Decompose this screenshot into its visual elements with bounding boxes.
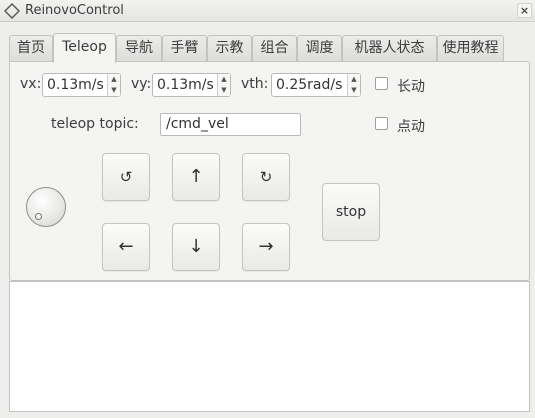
teleop-topic-input[interactable]: /cmd_vel [160, 113, 301, 136]
tab-teach[interactable]: 示教 [207, 35, 252, 62]
tab-schedule[interactable]: 调度 [297, 35, 342, 62]
vy-label: vy: [131, 76, 152, 92]
tab-combine[interactable]: 组合 [252, 35, 297, 62]
tab-arm[interactable]: 手臂 [162, 35, 207, 62]
inching-label: 点动 [397, 119, 425, 135]
vy-decrement-icon[interactable]: ▼ [218, 85, 230, 96]
right-button[interactable]: → [242, 223, 290, 271]
rotate-right-button[interactable]: ↻ [242, 153, 290, 201]
tab-tutorial[interactable]: 使用教程 [437, 35, 504, 62]
tab-home[interactable]: 首页 [9, 35, 53, 62]
inching-checkbox[interactable] [375, 117, 388, 130]
vx-increment-icon[interactable]: ▲ [108, 74, 120, 85]
window-title: ReinovoControl [25, 3, 124, 18]
stop-button[interactable]: stop [322, 183, 380, 241]
log-output-area[interactable] [9, 281, 530, 412]
title-bar: ReinovoControl × [0, 0, 535, 22]
vx-spin-arrows: ▲ ▼ [107, 74, 120, 96]
rotation-dial[interactable] [26, 187, 66, 227]
vy-value: 0.13m/s [157, 77, 214, 93]
vth-spinbox[interactable]: 0.25rad/s ▲ ▼ [271, 73, 361, 97]
tab-navigation[interactable]: 导航 [116, 35, 162, 62]
vth-label: vth: [241, 76, 269, 92]
vy-increment-icon[interactable]: ▲ [218, 74, 230, 85]
app-diamond-icon [4, 3, 20, 19]
backward-button[interactable]: ↓ [172, 223, 220, 271]
vx-spinbox[interactable]: 0.13m/s ▲ ▼ [42, 73, 121, 97]
left-button[interactable]: ← [102, 223, 150, 271]
vx-value: 0.13m/s [47, 77, 104, 93]
tab-robot-status[interactable]: 机器人状态 [342, 35, 437, 62]
dial-knob[interactable] [35, 213, 42, 220]
teleop-topic-label: teleop topic: [51, 116, 139, 132]
vy-spin-arrows: ▲ ▼ [217, 74, 230, 96]
vth-value: 0.25rad/s [276, 77, 343, 93]
vth-increment-icon[interactable]: ▲ [348, 74, 360, 85]
continuous-checkbox[interactable] [375, 77, 388, 90]
vth-decrement-icon[interactable]: ▼ [348, 85, 360, 96]
continuous-label: 长动 [397, 79, 425, 95]
vy-spinbox[interactable]: 0.13m/s ▲ ▼ [152, 73, 231, 97]
vth-spin-arrows: ▲ ▼ [347, 74, 360, 96]
vx-label: vx: [20, 76, 42, 92]
rotate-left-button[interactable]: ↺ [102, 153, 150, 201]
close-button[interactable]: × [517, 3, 532, 18]
forward-button[interactable]: ↑ [172, 153, 220, 201]
vx-decrement-icon[interactable]: ▼ [108, 85, 120, 96]
tab-teleop[interactable]: Teleop [53, 33, 116, 63]
